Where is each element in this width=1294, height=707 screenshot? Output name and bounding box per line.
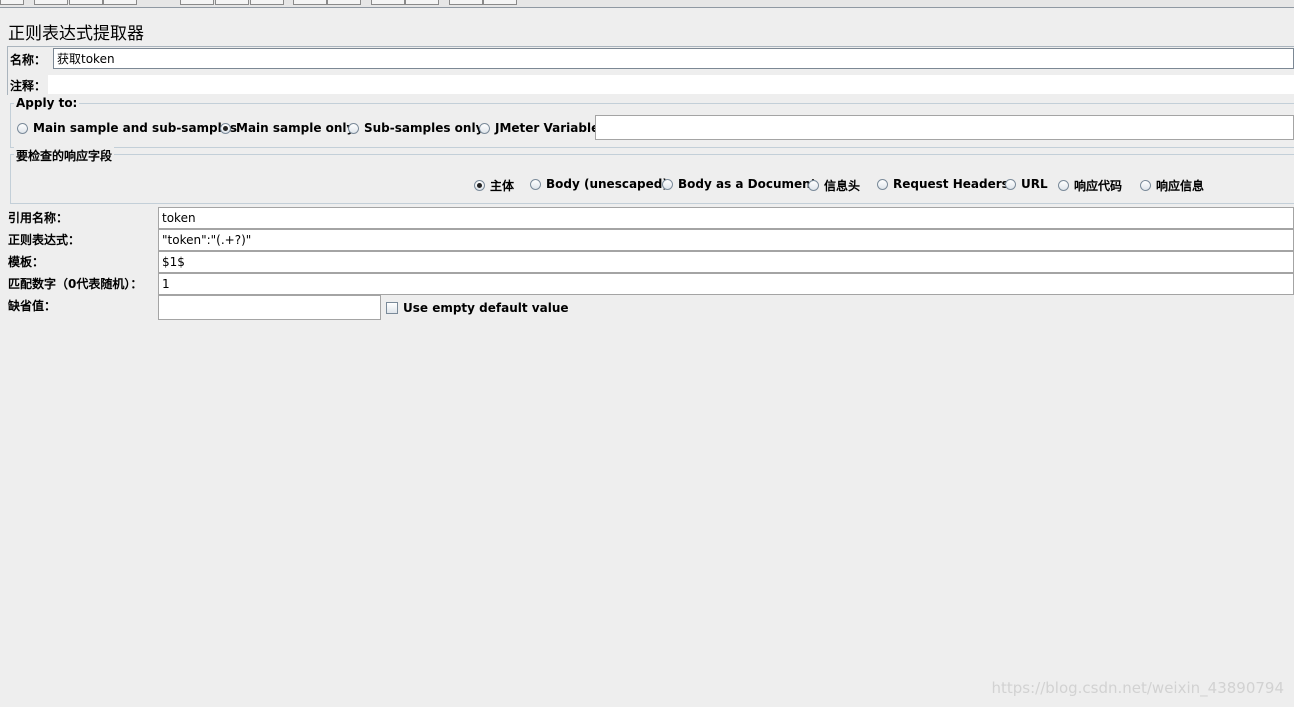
comment-label: 注释： xyxy=(10,79,47,93)
radio-response-code[interactable]: 响应代码 xyxy=(1058,177,1122,194)
toolbar-button[interactable] xyxy=(371,0,405,5)
default-value-label: 缺省值： xyxy=(8,299,57,313)
default-value-input[interactable] xyxy=(158,295,381,320)
toolbar-button[interactable] xyxy=(0,0,24,5)
radio-unchecked-icon xyxy=(1058,180,1069,191)
comment-input[interactable] xyxy=(48,75,1294,94)
checkbox-label: Use empty default value xyxy=(403,301,569,315)
name-input[interactable]: 获取token xyxy=(53,48,1294,69)
radio-body[interactable]: 主体 xyxy=(474,177,514,194)
checkbox-unchecked-icon xyxy=(386,302,398,314)
radio-label: Main sample only xyxy=(236,121,355,135)
toolbar-button[interactable] xyxy=(34,0,68,5)
radio-response-message[interactable]: 响应信息 xyxy=(1140,177,1204,194)
radio-sub-samples-only[interactable]: Sub-samples only xyxy=(348,121,483,135)
template-input[interactable]: $1$ xyxy=(158,251,1294,273)
reference-name-label: 引用名称： xyxy=(8,211,69,225)
toolbar-button[interactable] xyxy=(483,0,517,5)
radio-checked-icon xyxy=(220,122,231,134)
radio-label: 响应信息 xyxy=(1156,179,1205,193)
radio-label: 信息头 xyxy=(824,179,861,193)
toolbar-strip xyxy=(0,0,1294,8)
radio-unchecked-icon xyxy=(877,178,888,190)
jmeter-variable-input[interactable] xyxy=(595,115,1294,140)
radio-unchecked-icon xyxy=(530,178,541,190)
toolbar-button[interactable] xyxy=(250,0,284,5)
radio-label: URL xyxy=(1021,177,1048,191)
toolbar-button[interactable] xyxy=(449,0,483,5)
radio-label: Main sample and sub-samples xyxy=(33,121,238,135)
radio-unchecked-icon xyxy=(348,122,359,134)
radio-main-sample-only[interactable]: Main sample only xyxy=(220,121,354,135)
toolbar-button[interactable] xyxy=(293,0,327,5)
match-number-label: 匹配数字（0代表随机）： xyxy=(8,277,143,291)
template-label: 模板： xyxy=(8,255,45,269)
regex-label: 正则表达式： xyxy=(8,233,81,247)
radio-checked-icon xyxy=(474,180,485,191)
radio-body-unescaped[interactable]: Body (unescaped) xyxy=(530,177,668,191)
radio-request-headers[interactable]: Request Headers xyxy=(877,177,1009,191)
radio-unchecked-icon xyxy=(479,122,490,134)
field-to-check-legend: 要检查的响应字段 xyxy=(14,147,115,164)
radio-body-as-document[interactable]: Body as a Document xyxy=(662,177,816,191)
toolbar-button[interactable] xyxy=(327,0,361,5)
name-label: 名称： xyxy=(10,53,47,67)
radio-unchecked-icon xyxy=(1005,178,1016,190)
radio-jmeter-variable[interactable]: JMeter Variable xyxy=(479,121,599,135)
radio-unchecked-icon xyxy=(662,178,673,190)
radio-unchecked-icon xyxy=(1140,180,1151,191)
radio-label: 响应代码 xyxy=(1074,179,1123,193)
toolbar-button[interactable] xyxy=(180,0,214,5)
watermark-text: https://blog.csdn.net/weixin_43890794 xyxy=(991,679,1284,697)
radio-headers[interactable]: 信息头 xyxy=(808,177,860,194)
page-title: 正则表达式提取器 xyxy=(8,24,144,44)
match-number-input[interactable]: 1 xyxy=(158,273,1294,295)
radio-main-and-sub-samples[interactable]: Main sample and sub-samples xyxy=(17,121,237,135)
toolbar-button[interactable] xyxy=(215,0,249,5)
radio-label: Sub-samples only xyxy=(364,121,484,135)
regex-input[interactable]: "token":"(.+?)" xyxy=(158,229,1294,251)
toolbar-button[interactable] xyxy=(103,0,137,5)
use-empty-default-checkbox[interactable]: Use empty default value xyxy=(386,301,569,315)
radio-label: Request Headers xyxy=(893,177,1009,191)
radio-label: Body (unescaped) xyxy=(546,177,668,191)
radio-url[interactable]: URL xyxy=(1005,177,1048,191)
radio-label: Body as a Document xyxy=(678,177,817,191)
reference-name-input[interactable]: token xyxy=(158,207,1294,229)
radio-unchecked-icon xyxy=(17,122,28,134)
apply-to-legend: Apply to: xyxy=(14,96,80,110)
radio-unchecked-icon xyxy=(808,180,819,191)
radio-label: 主体 xyxy=(490,179,515,193)
radio-label: JMeter Variable xyxy=(495,121,600,135)
toolbar-button[interactable] xyxy=(405,0,439,5)
toolbar-button[interactable] xyxy=(69,0,103,5)
